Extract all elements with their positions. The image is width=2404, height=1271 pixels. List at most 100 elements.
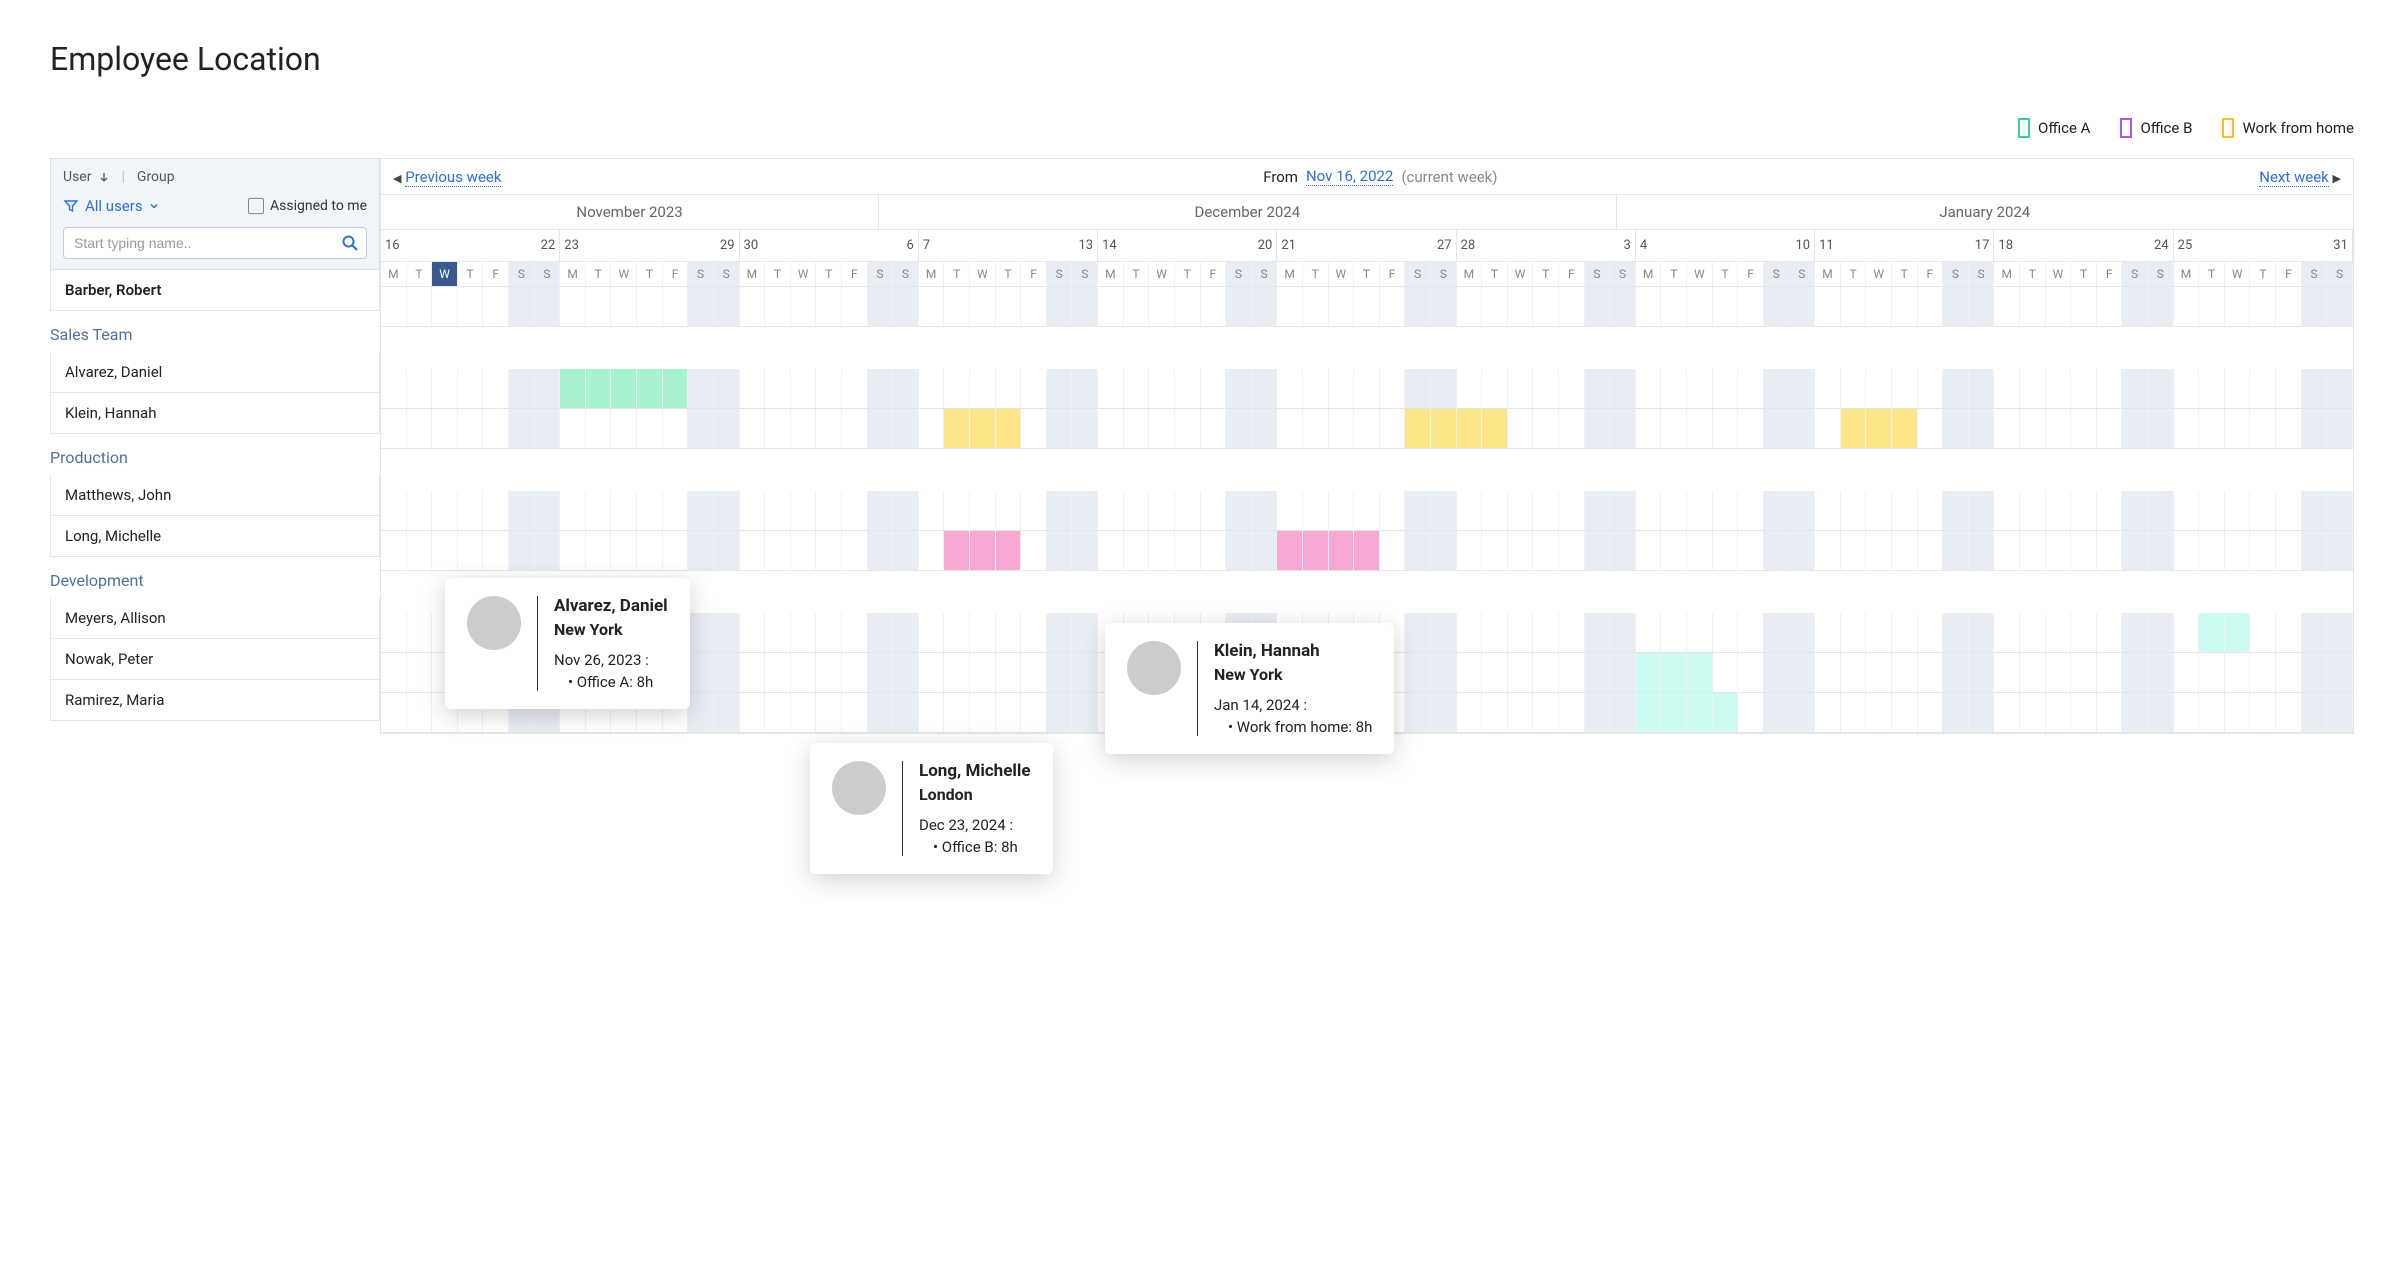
grid-cell[interactable] (1892, 531, 1918, 570)
grid-cell[interactable] (1892, 409, 1918, 448)
grid-cell[interactable] (1636, 693, 1662, 732)
grid-cell[interactable] (1303, 369, 1329, 408)
grid-cell[interactable] (1969, 693, 1995, 732)
grid-cell[interactable] (1149, 287, 1175, 326)
grid-cell[interactable] (1866, 653, 1892, 692)
grid-cell[interactable] (2097, 409, 2123, 448)
grid-cell[interactable] (1713, 613, 1739, 652)
grid-cell[interactable] (1559, 287, 1585, 326)
grid-cell[interactable] (1149, 369, 1175, 408)
grid-cell[interactable] (791, 613, 817, 652)
grid-cell[interactable] (2250, 531, 2276, 570)
grid-cell[interactable] (1380, 531, 1406, 570)
grid-cell[interactable] (1918, 409, 1944, 448)
grid-cell[interactable] (2122, 287, 2148, 326)
grid-cell[interactable] (1047, 693, 1073, 732)
grid-cell[interactable] (1610, 531, 1636, 570)
grid-cell[interactable] (2020, 491, 2046, 530)
grid-cell[interactable] (663, 531, 689, 570)
grid-cell[interactable] (1585, 653, 1611, 692)
grid-cell[interactable] (2327, 653, 2353, 692)
grid-cell[interactable] (1585, 287, 1611, 326)
grid-cell[interactable] (1482, 409, 1508, 448)
grid-cell[interactable] (2199, 613, 2225, 652)
grid-cell[interactable] (765, 369, 791, 408)
grid-cell[interactable] (1201, 287, 1227, 326)
grid-cell[interactable] (1585, 491, 1611, 530)
grid-cell[interactable] (2071, 409, 2097, 448)
grid-cell[interactable] (458, 287, 484, 326)
grid-cell[interactable] (2250, 613, 2276, 652)
grid-cell[interactable] (1994, 369, 2020, 408)
grid-cell[interactable] (868, 409, 894, 448)
grid-cell[interactable] (765, 491, 791, 530)
grid-cell[interactable] (586, 491, 612, 530)
grid-cell[interactable] (816, 531, 842, 570)
grid-cell[interactable] (2250, 369, 2276, 408)
grid-cell[interactable] (1380, 369, 1406, 408)
grid-cell[interactable] (714, 613, 740, 652)
grid-cell[interactable] (483, 531, 509, 570)
grid-cell[interactable] (2071, 369, 2097, 408)
grid-cell[interactable] (1303, 409, 1329, 448)
grid-cell[interactable] (893, 653, 919, 692)
grid-cell[interactable] (1508, 491, 1534, 530)
grid-cell[interactable] (2174, 653, 2200, 692)
grid-cell[interactable] (1636, 409, 1662, 448)
grid-cell[interactable] (1405, 491, 1431, 530)
grid-cell[interactable] (1457, 531, 1483, 570)
grid-cell[interactable] (714, 369, 740, 408)
grid-cell[interactable] (1252, 287, 1278, 326)
grid-cell[interactable] (611, 531, 637, 570)
grid-cell[interactable] (1098, 531, 1124, 570)
grid-cell[interactable] (1764, 613, 1790, 652)
grid-cell[interactable] (2199, 531, 2225, 570)
grid-cell[interactable] (919, 653, 945, 692)
grid-cell[interactable] (842, 531, 868, 570)
grid-cell[interactable] (1661, 531, 1687, 570)
grid-cell[interactable] (1047, 531, 1073, 570)
sort-group-button[interactable]: Group (137, 169, 175, 185)
grid-cell[interactable] (1790, 409, 1816, 448)
grid-cell[interactable] (893, 613, 919, 652)
grid-cell[interactable] (944, 613, 970, 652)
grid-cell[interactable] (1815, 369, 1841, 408)
grid-cell[interactable] (2020, 369, 2046, 408)
grid-cell[interactable] (407, 531, 433, 570)
grid-cell[interactable] (2020, 531, 2046, 570)
grid-cell[interactable] (2020, 693, 2046, 732)
grid-cell[interactable] (2199, 693, 2225, 732)
grid-cell[interactable] (1866, 693, 1892, 732)
grid-cell[interactable] (458, 409, 484, 448)
grid-cell[interactable] (1457, 693, 1483, 732)
grid-cell[interactable] (432, 409, 458, 448)
grid-cell[interactable] (842, 653, 868, 692)
grid-cell[interactable] (1354, 287, 1380, 326)
grid-cell[interactable] (2174, 531, 2200, 570)
grid-cell[interactable] (586, 369, 612, 408)
grid-cell[interactable] (1841, 531, 1867, 570)
grid-cell[interactable] (1175, 491, 1201, 530)
grid-cell[interactable] (1149, 491, 1175, 530)
sort-user-button[interactable]: User (63, 169, 91, 185)
grid-cell[interactable] (1764, 531, 1790, 570)
grid-cell[interactable] (1790, 653, 1816, 692)
grid-cell[interactable] (2225, 693, 2251, 732)
grid-cell[interactable] (2097, 693, 2123, 732)
grid-cell[interactable] (1994, 613, 2020, 652)
grid-cell[interactable] (996, 613, 1022, 652)
grid-cell[interactable] (893, 409, 919, 448)
grid-cell[interactable] (816, 369, 842, 408)
grid-cell[interactable] (1149, 531, 1175, 570)
grid-cell[interactable] (1841, 693, 1867, 732)
grid-cell[interactable] (560, 491, 586, 530)
grid-cell[interactable] (2071, 491, 2097, 530)
grid-cell[interactable] (2148, 491, 2174, 530)
user-row[interactable]: Alvarez, Daniel (50, 352, 380, 393)
grid-cell[interactable] (1021, 409, 1047, 448)
grid-cell[interactable] (1815, 287, 1841, 326)
grid-cell[interactable] (1687, 531, 1713, 570)
grid-cell[interactable] (1533, 531, 1559, 570)
grid-cell[interactable] (1329, 369, 1355, 408)
from-date-link[interactable]: Nov 16, 2022 (1306, 167, 1393, 186)
